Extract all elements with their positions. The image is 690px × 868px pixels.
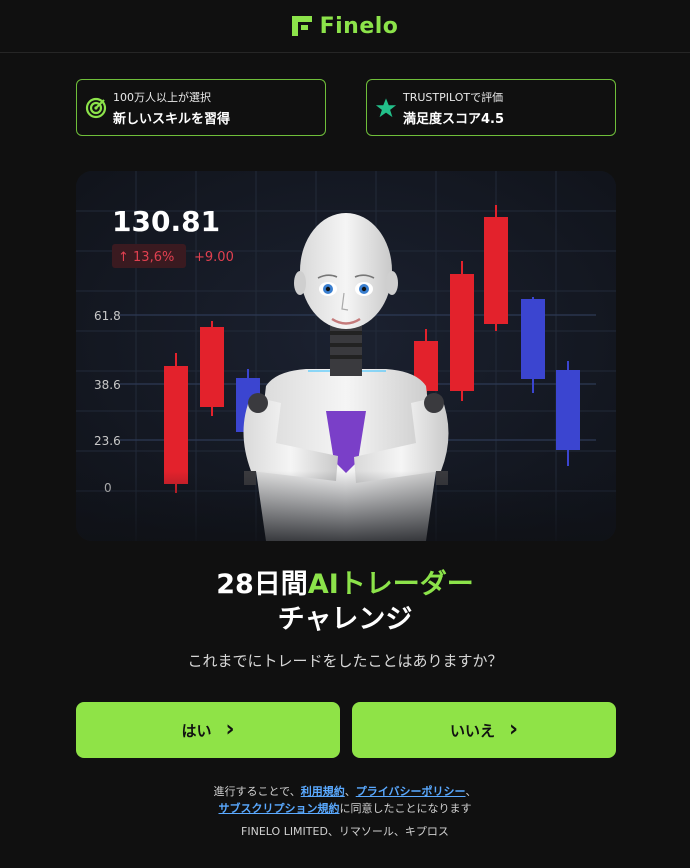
company-info: FINELO LIMITED、リマソール、キプロス [241,825,449,838]
y-tick-38-6: 38.6 [94,378,121,392]
trust-badges: 100万人以上が選択 新しいスキルを習得 TRUSTPILOTで評価 満足度スコ… [76,79,616,136]
yes-button[interactable]: はい › [76,702,340,758]
hero-illustration: 130.81 ↑ 13,6% +9.00 61.8 38.6 23.6 0 [76,171,616,541]
privacy-link[interactable]: プライバシーポリシー [356,785,466,798]
title-line2: チャレンジ [277,604,413,635]
finelo-logo-icon [291,16,312,36]
page-title: 28日間AIトレーダー チャレンジ [0,567,690,637]
legal-notice: 進行することで、利用規約、プライバシーポリシー、 サブスクリプション規約に同意し… [0,783,690,817]
y-tick-61-8: 61.8 [94,309,121,323]
logo[interactable]: Finelo [291,13,399,39]
no-label: いいえ [449,721,495,740]
badge-users: 100万人以上が選択 新しいスキルを習得 [76,79,326,136]
terms-link[interactable]: 利用規約 [301,785,345,798]
badge-users-title: 新しいスキルを習得 [113,111,231,127]
y-tick-23-6: 23.6 [94,434,121,448]
no-button[interactable]: いいえ › [352,702,616,758]
badge-trustpilot-caption: TRUSTPILOTで評価 [403,90,504,104]
chevron-right-icon: › [508,717,519,742]
question-text: これまでにトレードをしたことはありますか？ [187,652,503,670]
hero-price: 130.81 [112,205,220,238]
yes-label: はい [181,721,212,740]
badge-trustpilot: TRUSTPILOTで評価 満足度スコア4.5 [366,79,616,136]
header: Finelo [0,0,690,53]
legal-prefix: 進行することで、 [213,785,301,798]
hero-image: 130.81 ↑ 13,6% +9.00 61.8 38.6 23.6 0 [76,171,616,541]
badge-trustpilot-title: 満足度スコア4.5 [403,111,505,127]
legal-sep: 、 [344,785,356,798]
hero-change-abs: +9.00 [194,250,234,265]
chevron-right-icon: › [225,717,235,742]
badge-users-caption: 100万人以上が選択 [113,90,211,104]
legal-sep2: 、 [465,785,477,798]
star-icon [375,97,397,119]
legal-suffix: に同意したことになります [339,802,472,815]
hero-change-pct: ↑ 13,6% [118,250,174,265]
title-accent: AIトレーダー [307,569,474,600]
brand-name: Finelo [319,13,399,39]
target-icon [85,97,107,119]
title-plain: 28日間 [216,569,308,600]
subscription-terms-link[interactable]: サブスクリプション規約 [219,802,340,815]
